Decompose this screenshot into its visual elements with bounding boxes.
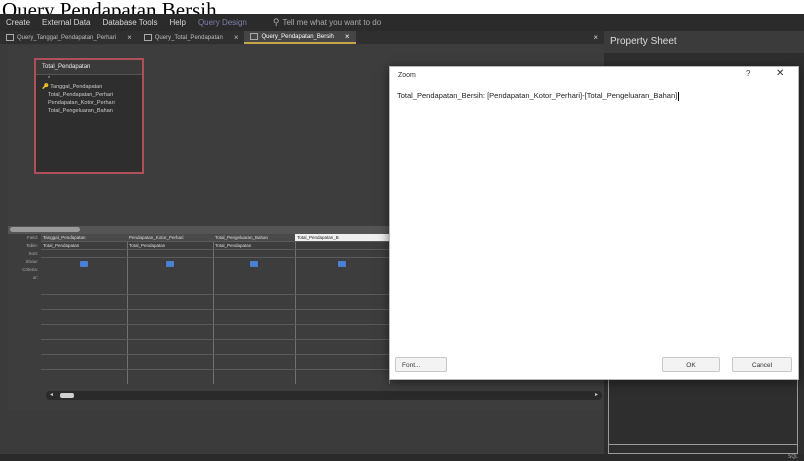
text-caret <box>678 91 680 101</box>
show-checkbox[interactable] <box>250 261 258 267</box>
row-label: Show: <box>25 259 38 264</box>
ribbon-tab-create[interactable]: Create <box>6 18 30 27</box>
row-label: or: <box>32 275 38 280</box>
ribbon-tab-query-design[interactable]: Query Design <box>198 18 247 27</box>
font-button[interactable]: Font... <box>395 357 447 372</box>
grid-field-cell[interactable]: Tanggal_Pendapatan <box>41 234 127 242</box>
access-window: Create External Data Database Tools Help… <box>0 14 804 461</box>
search-icon: ⚲ <box>272 17 280 27</box>
sql-view-indicator[interactable]: SQL <box>788 454 798 460</box>
doc-tab-query-tanggal[interactable]: Query_Tanggal_Pendapatan_Perhari × <box>0 31 138 44</box>
table-title: Total_Pendapatan <box>36 60 142 75</box>
help-icon[interactable]: ? <box>746 69 750 78</box>
tell-me-text: Tell me what you want to do <box>282 18 382 27</box>
splitter-scroll-thumb[interactable] <box>10 227 80 232</box>
row-label: Sort: <box>28 251 38 256</box>
close-icon[interactable]: ✕ <box>776 68 784 79</box>
field-item[interactable]: Pendapatan_Kotor_Perhari <box>36 99 142 107</box>
key-icon: 🔑 <box>42 84 49 90</box>
field-item[interactable]: 🔑 Tanggal_Pendapatan <box>36 83 142 91</box>
ribbon-tab-help[interactable]: Help <box>169 18 185 27</box>
doc-tab-query-bersih[interactable]: Query_Pendapatan_Bersih × <box>244 31 356 44</box>
property-divider <box>609 444 797 445</box>
show-checkbox[interactable] <box>166 261 174 267</box>
row-label: Table: <box>25 243 38 248</box>
status-bar: SQL <box>0 454 804 461</box>
grid-table-cell[interactable]: Total_Pendapatan <box>41 242 127 250</box>
scroll-right-icon[interactable]: ▸ <box>595 391 598 400</box>
show-checkbox[interactable] <box>80 261 88 267</box>
field-item[interactable]: * <box>36 75 142 83</box>
grid-sort-cell[interactable] <box>127 250 213 258</box>
doc-tab-label: Query_Total_Pendapatan <box>154 34 223 41</box>
doc-tab-query-total[interactable]: Query_Total_Pendapatan × <box>138 31 245 44</box>
grid-table-cell[interactable]: Total_Pendapatan <box>213 242 295 250</box>
zoom-dialog: Zoom ? ✕ Total_Pendapatan_Bersih: [Penda… <box>389 66 799 380</box>
close-tab-icon[interactable]: × <box>345 32 350 41</box>
row-label: Criteria: <box>22 267 38 272</box>
field-item[interactable]: Total_Pengeluaran_Bahan <box>36 107 142 115</box>
document-tabs: Query_Tanggal_Pendapatan_Perhari × Query_… <box>0 31 604 44</box>
doc-tab-label: Query_Pendapatan_Bersih <box>261 33 334 40</box>
tell-me-box[interactable]: ⚲ Tell me what you want to do <box>273 17 381 28</box>
query-icon <box>250 33 259 40</box>
grid-table-cell[interactable]: Total_Pendapatan <box>127 242 213 250</box>
expression-text: Total_Pendapatan_Bersih: [Pendapatan_Kot… <box>397 91 678 100</box>
row-label: Field: <box>26 235 38 240</box>
expression-textarea[interactable]: Total_Pendapatan_Bersih: [Pendapatan_Kot… <box>395 89 793 339</box>
doc-tab-label: Query_Tanggal_Pendapatan_Perhari <box>17 34 117 41</box>
grid-sort-cell[interactable] <box>41 250 127 258</box>
scroll-thumb[interactable] <box>60 393 74 398</box>
grid-sort-cell[interactable] <box>213 250 295 258</box>
cancel-button[interactable]: Cancel <box>732 357 792 372</box>
close-tab-icon[interactable]: × <box>234 33 239 42</box>
scroll-left-icon[interactable]: ◂ <box>50 391 53 400</box>
close-tab-icon[interactable]: × <box>127 33 132 42</box>
query-icon <box>143 34 152 41</box>
show-checkbox[interactable] <box>338 261 346 267</box>
grid-sort-cell[interactable] <box>295 250 389 258</box>
table-field-list[interactable]: Total_Pendapatan * 🔑 Tanggal_Pendapatan … <box>34 58 144 174</box>
grid-horizontal-scrollbar[interactable]: ◂ ▸ <box>46 391 602 400</box>
grid-row-labels: Field: Table: Sort: Show: Criteria: or: <box>8 234 40 282</box>
query-icon <box>6 34 14 41</box>
dialog-title: Zoom <box>398 72 416 79</box>
close-window-icon[interactable]: × <box>593 33 604 42</box>
grid-field-cell-active[interactable]: Total_Pendapatan_B <box>295 234 389 242</box>
property-sheet-title: Property Sheet <box>604 31 804 53</box>
ribbon-tab-external-data[interactable]: External Data <box>42 18 90 27</box>
field-label: Tanggal_Pendapatan <box>50 84 103 90</box>
ribbon-tab-database-tools[interactable]: Database Tools <box>102 18 157 27</box>
ribbon-tabs: Create External Data Database Tools Help… <box>0 14 804 31</box>
field-item[interactable]: Total_Pendapatan_Perhari <box>36 91 142 99</box>
grid-table-cell[interactable] <box>295 242 389 250</box>
grid-field-cell[interactable]: Total_Pengeluaran_Bahan <box>213 234 295 242</box>
grid-field-cell[interactable]: Pendapatan_Kotor_Perhari <box>127 234 213 242</box>
ok-button[interactable]: OK <box>662 357 720 372</box>
